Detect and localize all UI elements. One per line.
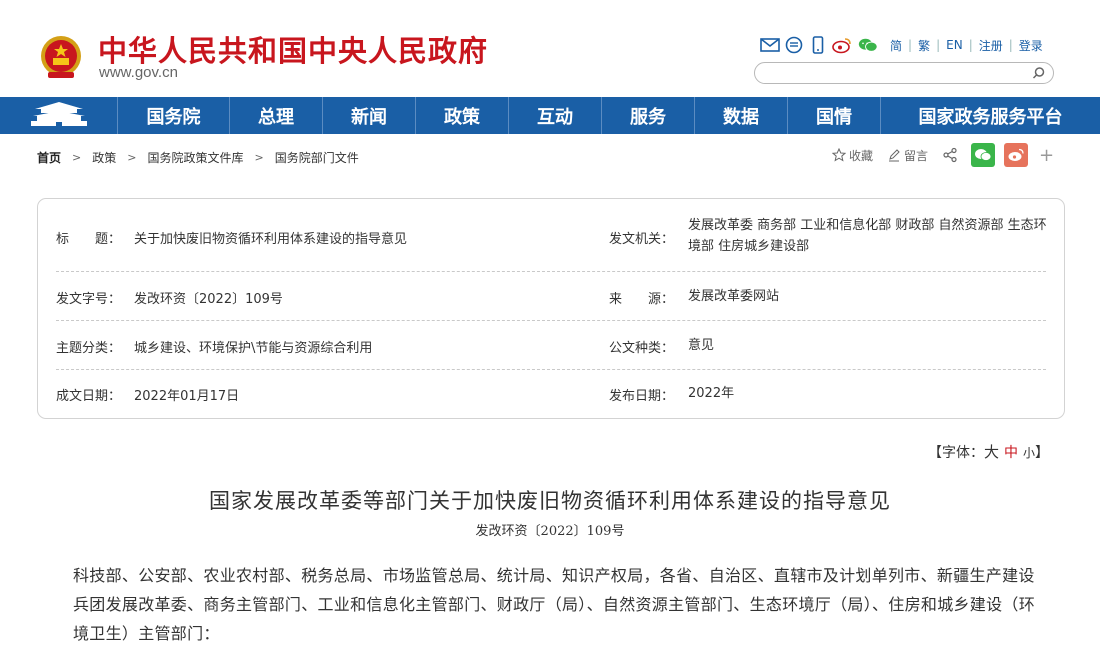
- nav-state-council[interactable]: 国务院: [118, 97, 230, 134]
- nav-data[interactable]: 数据: [695, 97, 788, 134]
- published-date-value: 2022年: [688, 386, 735, 401]
- nav-services[interactable]: 服务: [602, 97, 695, 134]
- more-share-icon[interactable]: +: [1039, 145, 1054, 166]
- nav-news[interactable]: 新闻: [323, 97, 416, 134]
- favorite-button[interactable]: 收藏: [832, 147, 873, 164]
- language-links: 简 | 繁 | EN | 注册 | 登录: [890, 37, 1043, 54]
- font-size-suffix: 】: [1035, 445, 1050, 461]
- comment-label: 留言: [904, 148, 929, 163]
- share-icon[interactable]: [942, 147, 961, 163]
- info-row: 成文日期： 2022年01月17日 发布日期： 2022年: [56, 370, 1046, 418]
- source-value: 发展改革委网站: [688, 289, 780, 304]
- font-size-control: 【字体：大中小】: [928, 441, 1049, 462]
- share-weibo-icon[interactable]: [1004, 143, 1029, 167]
- written-date-label: 成文日期：: [56, 389, 122, 404]
- wechat-icon[interactable]: [856, 35, 880, 55]
- font-size-small-button[interactable]: 小: [1023, 446, 1035, 460]
- login-link[interactable]: 登录: [1019, 37, 1043, 54]
- nav-gov-service-platform[interactable]: 国家政务服务平台: [881, 97, 1100, 134]
- docno-value: 发改环资〔2022〕109号: [134, 292, 283, 307]
- title-label: 标 题：: [56, 232, 122, 247]
- favorite-label: 收藏: [849, 148, 874, 163]
- nav-home-button[interactable]: [0, 97, 118, 134]
- topic-label: 主题分类：: [56, 341, 122, 356]
- search-icon[interactable]: [1031, 65, 1047, 81]
- page-actions: 收藏 留言 +: [832, 143, 1054, 167]
- tiananmen-icon: [29, 101, 89, 131]
- nav-interaction[interactable]: 互动: [509, 97, 602, 134]
- font-size-large-button[interactable]: 大: [984, 443, 999, 461]
- issuer-label: 发文机关：: [609, 232, 675, 247]
- font-size-medium-button[interactable]: 中: [1004, 445, 1018, 461]
- lang-english-link[interactable]: EN: [946, 38, 963, 52]
- article-doc-number: 发改环资〔2022〕109号: [475, 524, 625, 539]
- document-info-table: 标 题： 关于加快废旧物资循环利用体系建设的指导意见 发文机关： 发展改革委 商…: [37, 198, 1065, 419]
- main-nav: 国务院 总理 新闻 政策 互动 服务 数据 国情 国家政务服务平台: [0, 97, 1100, 134]
- doctype-value: 意见: [688, 338, 715, 353]
- breadcrumb-policy-library[interactable]: 国务院政策文件库: [147, 149, 243, 166]
- article-title: 国家发展改革委等部门关于加快废旧物资循环利用体系建设的指导意见: [209, 489, 891, 513]
- chevron-right-icon: >: [72, 151, 82, 164]
- topic-value: 城乡建设、环境保护\节能与资源综合利用: [134, 341, 373, 356]
- nav-policy[interactable]: 政策: [416, 97, 509, 134]
- site-domain: www.gov.cn: [99, 64, 178, 81]
- doctype-label: 公文种类：: [609, 341, 675, 356]
- chevron-right-icon: >: [254, 151, 264, 164]
- pencil-icon: [889, 149, 900, 162]
- chevron-right-icon: >: [127, 151, 137, 164]
- nav-national-info[interactable]: 国情: [788, 97, 881, 134]
- breadcrumb-home[interactable]: 首页: [37, 149, 61, 166]
- star-icon: [832, 148, 846, 162]
- mail-icon[interactable]: [760, 35, 780, 55]
- title-value: 关于加快废旧物资循环利用体系建设的指导意见: [134, 232, 408, 247]
- article-body: 科技部、公安部、农业农村部、税务总局、市场监管总局、统计局、知识产权局，各省、自…: [73, 566, 1036, 643]
- info-row: 主题分类： 城乡建设、环境保护\节能与资源综合利用 公文种类： 意见: [56, 321, 1046, 370]
- docno-label: 发文字号：: [56, 292, 122, 307]
- national-emblem-icon[interactable]: [38, 34, 84, 82]
- nav-premier[interactable]: 总理: [230, 97, 323, 134]
- lang-traditional-link[interactable]: 繁: [918, 37, 930, 54]
- register-link[interactable]: 注册: [979, 37, 1003, 54]
- info-row: 发文字号： 发改环资〔2022〕109号 来 源： 发展改革委网站: [56, 272, 1046, 321]
- site-header: 中华人民共和国中央人民政府 www.gov.cn 简 | 繁 | EN | 注册…: [0, 0, 1100, 97]
- written-date-value: 2022年01月17日: [134, 389, 240, 404]
- issuer-value: 发展改革委 商务部 工业和信息化部 财政部 自然资源部 生态环境部 住房城乡建设…: [688, 218, 1047, 254]
- info-row: 标 题： 关于加快废旧物资循环利用体系建设的指导意见 发文机关： 发展改革委 商…: [56, 212, 1047, 272]
- breadcrumb: 首页 > 政策 > 国务院政策文件库 > 国务院部门文件: [37, 149, 359, 166]
- breadcrumb-department-docs[interactable]: 国务院部门文件: [275, 149, 359, 166]
- search-box: [754, 62, 1054, 84]
- published-date-label: 发布日期：: [609, 389, 675, 404]
- comment-button[interactable]: 留言: [887, 147, 928, 164]
- weibo-icon[interactable]: [832, 35, 852, 55]
- breadcrumb-policy[interactable]: 政策: [92, 149, 116, 166]
- rss-icon[interactable]: [784, 35, 804, 55]
- font-size-prefix: 【字体：: [928, 445, 984, 461]
- search-input[interactable]: [765, 64, 1035, 84]
- source-label: 来 源：: [609, 292, 675, 307]
- mobile-icon[interactable]: [808, 35, 828, 55]
- lang-simplified-link[interactable]: 简: [890, 37, 902, 54]
- top-tools: 简 | 繁 | EN | 注册 | 登录: [760, 34, 1043, 56]
- share-wechat-icon[interactable]: [971, 143, 996, 167]
